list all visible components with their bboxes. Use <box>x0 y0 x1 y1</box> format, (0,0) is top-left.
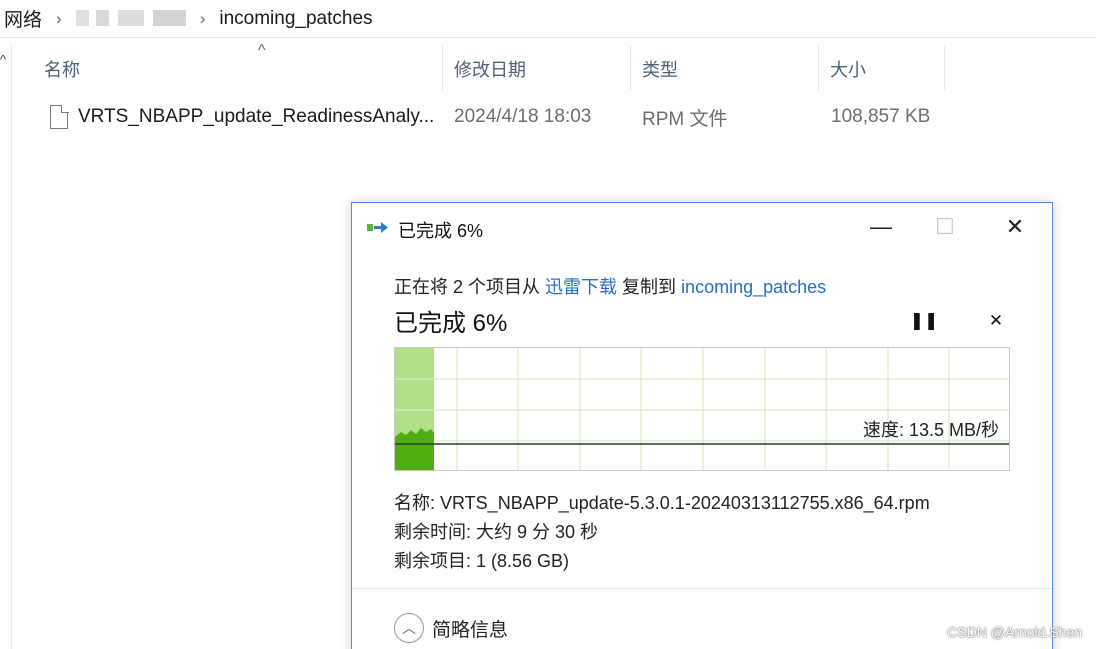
breadcrumb: 网络 › › incoming_patches <box>0 0 1096 38</box>
maximize-button[interactable]: ☐ <box>922 211 968 243</box>
speed-label: 速度: 13.5 MB/秒 <box>862 420 999 440</box>
transfer-speed-graph: 速度: 13.5 MB/秒 <box>394 347 1010 471</box>
speed-area <box>395 428 434 470</box>
file-modified: 2024/4/18 18:03 <box>454 106 592 127</box>
column-header-size-label: 大小 <box>830 60 866 80</box>
chevron-right-icon[interactable]: › <box>190 9 216 29</box>
remaining-time-detail: 剩余时间: 大约 9 分 30 秒 <box>394 522 599 542</box>
breadcrumb-item-network[interactable]: 网络 <box>0 5 46 32</box>
column-divider[interactable] <box>818 46 819 90</box>
minimize-button[interactable]: — <box>858 211 904 243</box>
breadcrumb-item-current-folder[interactable]: incoming_patches <box>215 8 376 30</box>
file-type: RPM 文件 <box>642 108 728 130</box>
fewer-details-label: 简略信息 <box>432 619 509 641</box>
pause-button[interactable]: ❚❚ <box>910 309 939 333</box>
file-name: VRTS_NBAPP_update_ReadinessAnaly... <box>78 106 435 127</box>
watermark: CSDN @Arnold.Shen <box>947 624 1082 640</box>
dialog-titlebar[interactable]: 已完成 6% — ☐ ✕ <box>352 203 1052 251</box>
column-header-name-label: 名称 <box>44 60 80 80</box>
copy-transfer-icon <box>367 222 388 233</box>
destination-folder-link[interactable]: incoming_patches <box>681 277 826 297</box>
file-list-item[interactable]: VRTS_NBAPP_update_ReadinessAnaly... 2024… <box>12 96 1096 138</box>
cancel-copy-button[interactable]: ✕ <box>982 309 1010 333</box>
file-size: 108,857 KB <box>831 106 931 127</box>
column-header-modified[interactable]: 修改日期 <box>444 44 630 94</box>
scroll-up-icon[interactable]: ^ <box>0 52 6 67</box>
file-icon <box>50 104 69 129</box>
column-divider[interactable] <box>442 46 443 90</box>
breadcrumb-item-redacted-host[interactable] <box>72 8 190 30</box>
speed-graph-canvas <box>395 348 1009 470</box>
copy-mid-text: 复制到 <box>622 277 677 297</box>
progress-title: 已完成 6% <box>394 310 508 337</box>
column-header-size[interactable]: 大小 <box>820 44 944 94</box>
chevron-up-icon: ︿ <box>394 613 424 643</box>
sort-ascending-icon: ^ <box>258 42 266 59</box>
column-header-name[interactable]: 名称 ^ <box>34 42 442 94</box>
fewer-details-toggle[interactable]: ︿ 简略信息 <box>394 613 508 643</box>
column-divider[interactable] <box>944 46 945 90</box>
chevron-right-icon[interactable]: › <box>46 9 72 29</box>
column-divider[interactable] <box>630 46 631 90</box>
source-folder-link[interactable]: 迅雷下载 <box>545 277 617 297</box>
dialog-divider <box>352 588 1052 589</box>
navigation-pane: ^ <box>0 44 12 649</box>
copy-description: 正在将 2 个项目从 迅雷下载 复制到 incoming_patches <box>394 273 826 299</box>
copy-prefix-text: 正在将 2 个项目从 <box>394 277 541 297</box>
column-header-type-label: 类型 <box>642 60 678 80</box>
remaining-items-detail: 剩余项目: 1 (8.56 GB) <box>394 551 570 571</box>
close-button[interactable]: ✕ <box>992 211 1038 243</box>
file-name-cell[interactable]: VRTS_NBAPP_update_ReadinessAnaly... <box>50 96 434 138</box>
column-header-type[interactable]: 类型 <box>632 44 818 94</box>
file-name-detail: 名称: VRTS_NBAPP_update-5.3.0.1-2024031311… <box>394 493 930 513</box>
copy-progress-dialog: 已完成 6% — ☐ ✕ 正在将 2 个项目从 迅雷下载 复制到 incomin… <box>351 202 1053 649</box>
column-header-row: 名称 ^ 修改日期 类型 大小 <box>12 42 1096 94</box>
dialog-title: 已完成 6% <box>398 221 484 241</box>
column-header-modified-label: 修改日期 <box>454 60 526 80</box>
